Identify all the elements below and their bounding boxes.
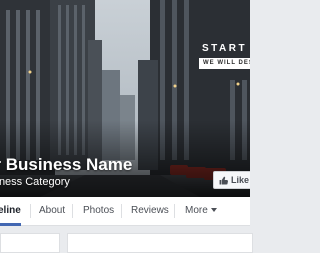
left-column-card bbox=[0, 233, 60, 253]
promo-heading: START YOUR bbox=[202, 43, 250, 54]
cover-photo[interactable]: START YOUR WE WILL DESIGN ur Business Na… bbox=[0, 0, 250, 197]
chevron-down-icon bbox=[210, 208, 217, 213]
tab-divider bbox=[30, 204, 31, 218]
tab-more-label: More bbox=[185, 205, 208, 216]
tab-divider bbox=[72, 204, 73, 218]
like-button-label: Like bbox=[231, 175, 250, 185]
page-title[interactable]: ur Business Name bbox=[0, 155, 132, 175]
page-tabs: eline About Photos Reviews More bbox=[0, 197, 250, 226]
tab-more[interactable]: More bbox=[185, 197, 217, 225]
tab-divider bbox=[174, 204, 175, 218]
tab-photos[interactable]: Photos bbox=[83, 197, 114, 225]
promo-tag: WE WILL DESIGN bbox=[199, 58, 250, 69]
page-category[interactable]: siness Category bbox=[0, 176, 70, 188]
tab-about[interactable]: About bbox=[39, 197, 65, 225]
thumbs-up-icon bbox=[219, 176, 228, 184]
main-column-card bbox=[67, 233, 253, 253]
like-button[interactable]: Like bbox=[213, 171, 250, 189]
tab-divider bbox=[121, 204, 122, 218]
tab-timeline[interactable]: eline bbox=[0, 197, 21, 226]
tab-reviews[interactable]: Reviews bbox=[131, 197, 169, 225]
